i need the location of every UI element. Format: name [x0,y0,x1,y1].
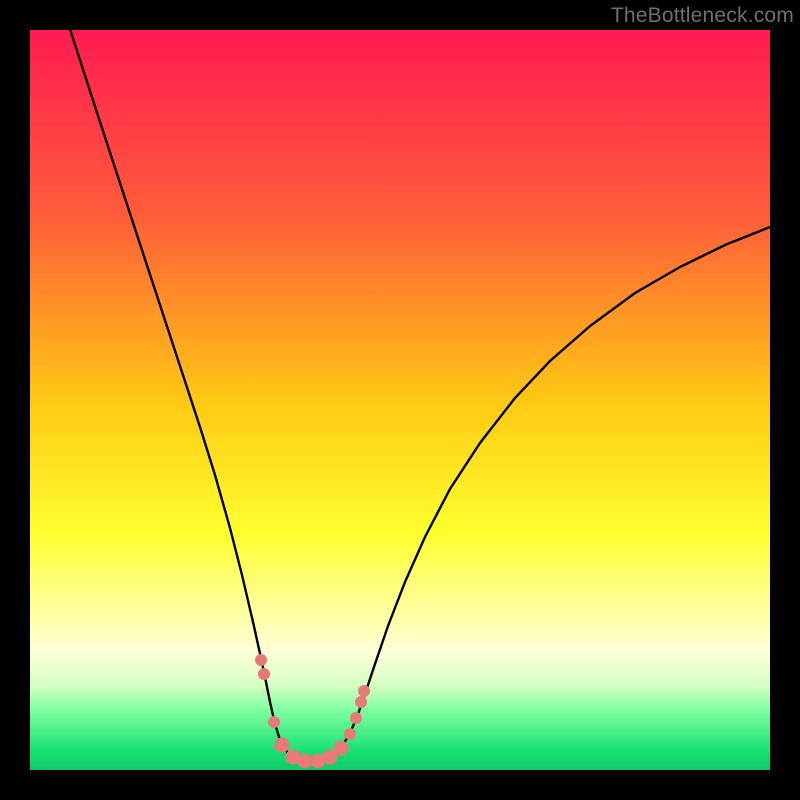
marker-dot [355,696,367,708]
chart-frame: TheBottleneck.com [0,0,800,800]
marker-dot [298,754,313,769]
marker-dot [268,716,280,728]
marker-dot [255,654,267,666]
marker-dot [350,712,362,724]
plot-area [30,30,770,770]
marker-dot [275,738,290,753]
watermark-text: TheBottleneck.com [611,4,794,28]
marker-dot [334,741,349,756]
marker-dot [344,728,356,740]
marker-dot [258,668,270,680]
gradient-background [30,30,770,770]
marker-dot [358,685,370,697]
chart-svg [30,30,770,770]
